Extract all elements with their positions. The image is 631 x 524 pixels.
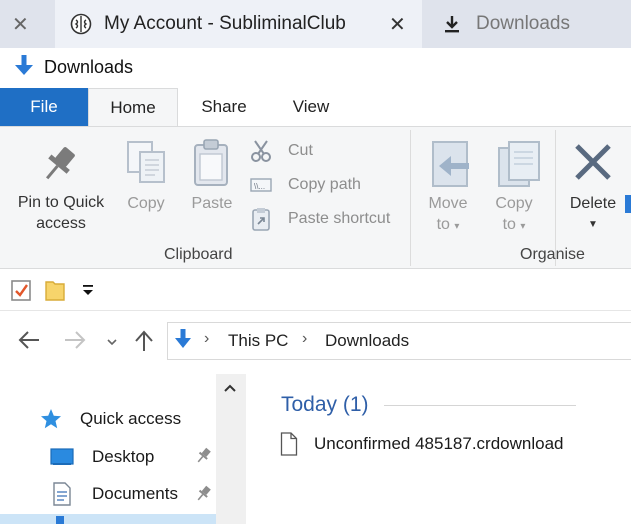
copy-icon — [126, 140, 168, 191]
button-label: to — [502, 216, 516, 233]
pin-icon[interactable] — [196, 485, 212, 506]
close-tab-button[interactable]: ✕ — [389, 0, 406, 48]
organise-group-label: Organise — [520, 246, 585, 263]
breadcrumb-this-pc[interactable]: This PC — [228, 331, 288, 351]
star-icon — [40, 408, 72, 430]
clipboard-icon — [193, 139, 231, 192]
close-icon: ✕ — [389, 13, 406, 36]
button-label: Copy path — [288, 176, 361, 193]
forward-arrow-icon[interactable] — [64, 330, 86, 355]
download-icon — [444, 15, 460, 33]
next-button-edge[interactable] — [625, 195, 631, 213]
button-label: access — [36, 215, 86, 232]
tab-view[interactable]: View — [274, 88, 348, 126]
pin-icon — [40, 143, 80, 190]
nav-item-label: Quick access — [80, 409, 182, 428]
button-label: to — [436, 216, 450, 233]
svg-text:\\...: \\... — [254, 182, 265, 191]
recent-locations-chevron-icon[interactable] — [106, 334, 118, 352]
customize-toolbar-icon[interactable] — [80, 282, 96, 301]
close-prev-tab-button[interactable]: ✕ — [12, 0, 29, 48]
copy-to-icon — [497, 140, 541, 193]
pin-icon[interactable] — [196, 447, 212, 468]
breadcrumb-chevron-icon[interactable]: › — [204, 330, 209, 348]
group-header-divider — [384, 405, 576, 406]
delete-button[interactable]: Delete ▼ — [563, 193, 623, 235]
nav-item-label: Documents — [92, 484, 178, 503]
nav-item-quick-access[interactable]: Quick access — [40, 404, 181, 434]
breadcrumb-chevron-icon[interactable]: › — [302, 330, 307, 348]
button-label: Pin to Quick — [17, 194, 105, 211]
button-label: Cut — [288, 142, 313, 159]
pin-to-quick-access-button[interactable]: Pin to Quick access — [6, 192, 116, 234]
cut-button[interactable]: Cut — [250, 137, 313, 165]
button-label: Delete — [569, 195, 617, 212]
new-folder-icon[interactable] — [44, 278, 66, 307]
tab-my-account[interactable]: My Account - SubliminalClub — [70, 0, 346, 48]
tab-file[interactable]: File — [0, 88, 88, 126]
copy-path-button[interactable]: \\... Copy path — [250, 171, 361, 199]
paste-shortcut-button[interactable]: Paste shortcut — [250, 205, 390, 233]
copy-to-button[interactable]: Copy to ▾ — [486, 193, 542, 237]
clipboard-group-label: Clipboard — [164, 246, 233, 263]
copy-path-icon: \\... — [250, 177, 280, 193]
move-to-icon — [429, 140, 473, 193]
nav-item-documents[interactable]: Documents — [52, 479, 178, 509]
copy-button[interactable]: Copy — [118, 193, 174, 214]
tab-label: My Account - SubliminalClub — [104, 13, 346, 34]
delete-x-icon — [573, 142, 613, 187]
scissors-icon — [250, 139, 280, 163]
window-title: Downloads — [44, 57, 134, 77]
back-arrow-icon[interactable] — [18, 330, 40, 355]
button-label: Move — [428, 195, 468, 212]
file-item[interactable]: Unconfirmed 485187.crdownload — [280, 429, 564, 459]
brain-icon — [70, 13, 92, 35]
breadcrumb-downloads[interactable]: Downloads — [325, 331, 409, 351]
tab-share[interactable]: Share — [186, 88, 262, 126]
up-arrow-icon[interactable] — [134, 330, 154, 357]
tab-label: Downloads — [476, 13, 570, 34]
down-arrow-icon — [11, 53, 37, 84]
dropdown-arrow-icon: ▾ — [454, 221, 460, 232]
paste-button[interactable]: Paste — [184, 193, 240, 214]
tab-home[interactable]: Home — [88, 88, 178, 126]
tab-downloads[interactable]: Downloads — [444, 0, 570, 48]
scroll-up-chevron-icon[interactable] — [222, 381, 238, 399]
file-name: Unconfirmed 485187.crdownload — [314, 434, 564, 453]
paste-shortcut-icon — [250, 207, 280, 231]
documents-icon — [52, 482, 82, 506]
group-header-today[interactable]: Today (1) — [281, 393, 369, 417]
nav-item-label: Desktop — [92, 447, 155, 466]
button-label: Paste shortcut — [288, 210, 391, 227]
desktop-icon — [50, 447, 84, 467]
dropdown-arrow-icon: ▼ — [588, 219, 598, 230]
button-label: Copy — [495, 195, 533, 212]
properties-icon[interactable] — [10, 278, 32, 307]
close-icon: ✕ — [12, 13, 29, 36]
group-divider — [410, 130, 411, 266]
file-icon — [280, 432, 306, 456]
move-to-button[interactable]: Move to ▾ — [418, 193, 478, 237]
nav-item-downloads-selected[interactable] — [0, 514, 216, 524]
nav-item-desktop[interactable]: Desktop — [50, 442, 154, 472]
downloads-folder-icon — [172, 327, 194, 358]
downloads-nav-icon — [56, 516, 64, 524]
dropdown-arrow-icon: ▾ — [520, 221, 526, 232]
